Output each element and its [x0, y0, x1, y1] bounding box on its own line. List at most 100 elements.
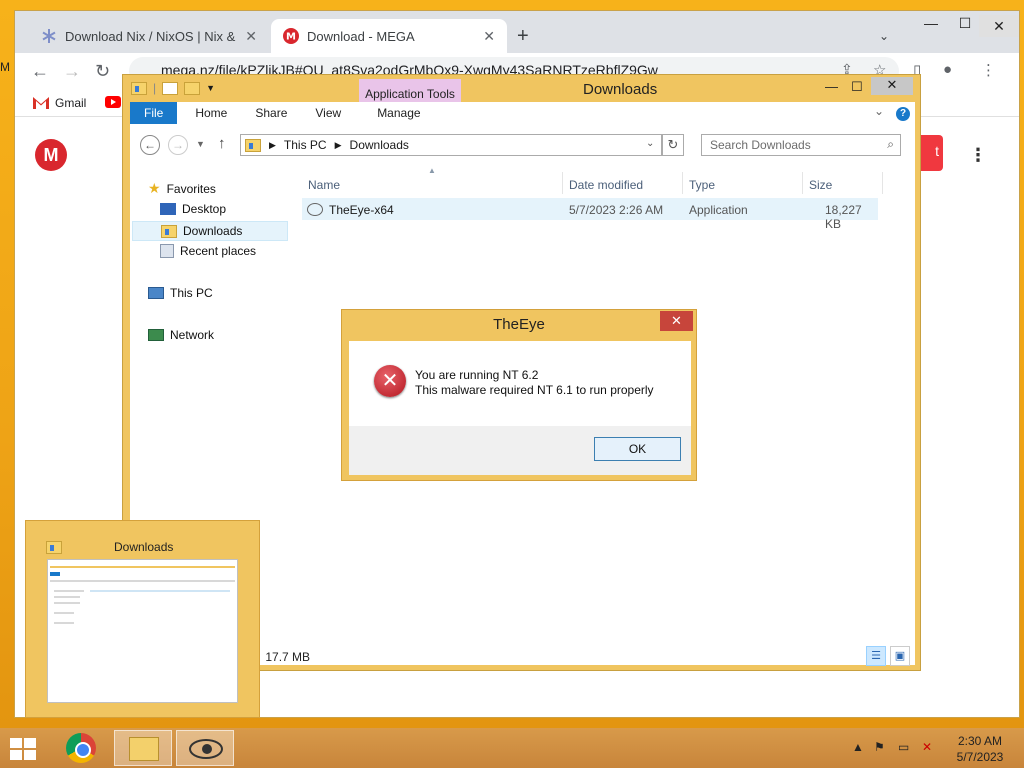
- column-divider[interactable]: [802, 172, 803, 194]
- minimize-button[interactable]: —: [825, 79, 838, 94]
- page-more-options-icon[interactable]: ⋮: [969, 145, 987, 166]
- action-center-flag-icon[interactable]: ⚑: [874, 740, 885, 754]
- error-icon: ✕: [374, 365, 406, 397]
- gmail-icon: [33, 97, 49, 109]
- forward-arrow-icon[interactable]: →: [168, 135, 188, 155]
- close-icon[interactable]: ✕: [483, 28, 495, 45]
- column-header-name[interactable]: Name: [308, 178, 340, 192]
- tab-home[interactable]: Home: [181, 102, 241, 124]
- properties-icon[interactable]: [162, 81, 179, 95]
- dialog-title: TheEye: [493, 316, 545, 333]
- tab-file[interactable]: File: [130, 102, 178, 124]
- start-button[interactable]: [10, 738, 38, 760]
- thumbnail-window-preview: [47, 559, 238, 703]
- application-icon: [307, 203, 323, 216]
- help-icon[interactable]: ?: [896, 107, 910, 121]
- nav-recent-places[interactable]: Recent places: [160, 244, 256, 258]
- tab-share[interactable]: Share: [241, 102, 301, 124]
- chrome-tab-strip: Download Nix / NixOS | Nix & NixOS ✕ M D…: [15, 11, 1019, 53]
- desktop-icon: [160, 203, 176, 215]
- nav-favorites[interactable]: ★ Favorites: [148, 180, 216, 197]
- downloads-folder-icon: [245, 138, 261, 152]
- close-button[interactable]: ✕: [871, 77, 913, 95]
- nav-network[interactable]: Network: [148, 328, 214, 342]
- tab-search-chevron-icon[interactable]: ⌄: [879, 29, 889, 43]
- recent-locations-chevron-icon[interactable]: ▼: [196, 139, 205, 149]
- mega-download-button[interactable]: t: [921, 135, 943, 171]
- search-placeholder: Search Downloads: [710, 138, 811, 152]
- mega-logo[interactable]: M: [35, 139, 67, 171]
- system-clock[interactable]: 2:30 AM 5/7/2023: [950, 733, 1010, 765]
- clock-time: 2:30 AM: [957, 734, 1003, 748]
- bookmark-gmail[interactable]: Gmail: [33, 96, 86, 110]
- profile-avatar-icon[interactable]: ●: [943, 61, 952, 78]
- taskbar-thumbnail-preview[interactable]: Downloads: [25, 520, 260, 718]
- search-icon: ⌕: [887, 137, 894, 151]
- address-dropdown-chevron-icon[interactable]: ⌄: [646, 138, 654, 149]
- nav-this-pc[interactable]: This PC: [148, 286, 213, 300]
- quick-access-toolbar: | ▼: [131, 81, 215, 95]
- column-divider[interactable]: [562, 172, 563, 194]
- breadcrumb-downloads[interactable]: Downloads: [350, 138, 409, 152]
- chrome-menu-icon[interactable]: ⋮: [981, 61, 996, 79]
- column-header-date[interactable]: Date modified: [569, 178, 643, 192]
- nav-label: Network: [170, 328, 215, 342]
- show-hidden-icons-chevron-icon[interactable]: ▲: [852, 740, 864, 754]
- ribbon-tabs: File Home Share View Manage ⌄ ?: [130, 102, 915, 124]
- tab-manage[interactable]: Manage: [363, 102, 434, 124]
- breadcrumb-chevron-icon: ▶: [334, 139, 342, 150]
- nav-desktop[interactable]: Desktop: [160, 202, 226, 216]
- customize-qat-chevron-icon[interactable]: ▼: [206, 83, 215, 93]
- details-view-icon[interactable]: ☰: [866, 646, 886, 666]
- network-tray-icon[interactable]: ▭: [898, 740, 909, 754]
- bookmark-label: Gmail: [55, 96, 87, 110]
- column-header-type[interactable]: Type: [689, 178, 715, 192]
- preview-line: [54, 622, 74, 624]
- taskbar-file-explorer[interactable]: [114, 730, 172, 766]
- message-line: You are running NT 6.2: [415, 368, 539, 382]
- back-arrow-icon[interactable]: ←: [31, 61, 49, 82]
- new-tab-button[interactable]: +: [517, 25, 529, 48]
- tab-title: Download - MEGA: [307, 28, 415, 44]
- forward-arrow-icon[interactable]: →: [63, 61, 81, 82]
- new-folder-icon[interactable]: [184, 81, 201, 95]
- column-divider[interactable]: [682, 172, 683, 194]
- large-icons-view-icon[interactable]: ▣: [890, 646, 910, 666]
- up-arrow-icon[interactable]: ↑: [218, 135, 226, 152]
- tab-view[interactable]: View: [301, 102, 355, 124]
- breadcrumb-chevron-icon: ▶: [269, 139, 276, 150]
- taskbar-chrome[interactable]: [52, 730, 110, 766]
- tab-mega-download[interactable]: M Download - MEGA ✕: [271, 19, 507, 53]
- close-button[interactable]: ✕: [660, 311, 693, 331]
- expand-ribbon-chevron-icon[interactable]: ⌄: [874, 104, 884, 118]
- file-size: 18,227 KB: [825, 203, 862, 231]
- close-button[interactable]: ✕: [979, 15, 1019, 37]
- search-input[interactable]: Search Downloads ⌕: [701, 134, 901, 156]
- dialog-body: ✕ You are running NT 6.2 This malware re…: [349, 341, 691, 426]
- windows-logo-icon: [10, 738, 22, 748]
- breadcrumb-this-pc[interactable]: This PC: [284, 138, 327, 152]
- error-dialog: TheEye ✕ ✕ You are running NT 6.2 This m…: [341, 309, 697, 481]
- column-divider[interactable]: [882, 172, 883, 194]
- column-header-size[interactable]: Size: [809, 178, 832, 192]
- preview-line: [54, 596, 80, 598]
- close-icon[interactable]: ✕: [245, 28, 257, 45]
- star-icon: ★: [148, 180, 161, 196]
- maximize-button[interactable]: ☐: [851, 79, 863, 95]
- ok-button[interactable]: OK: [594, 437, 681, 461]
- preview-line: [54, 590, 84, 592]
- tab-nix-download[interactable]: Download Nix / NixOS | Nix & NixOS ✕: [29, 19, 269, 53]
- file-type: Application: [689, 203, 748, 217]
- refresh-icon[interactable]: ↻: [662, 134, 684, 156]
- reload-icon[interactable]: ↻: [95, 61, 110, 82]
- table-row[interactable]: TheEye-x64 5/7/2023 2:26 AM Application …: [302, 198, 878, 231]
- file-explorer-icon: [129, 737, 159, 761]
- downloads-folder-icon: [46, 541, 62, 554]
- nav-downloads[interactable]: Downloads: [132, 221, 288, 241]
- breadcrumb[interactable]: ▶ This PC ▶ Downloads: [240, 134, 662, 156]
- volume-muted-icon[interactable]: ✕: [922, 740, 932, 754]
- preview-line: [50, 572, 60, 576]
- taskbar-theeye[interactable]: [176, 730, 234, 766]
- back-arrow-icon[interactable]: ←: [140, 135, 160, 155]
- bookmark-youtube[interactable]: [105, 96, 121, 108]
